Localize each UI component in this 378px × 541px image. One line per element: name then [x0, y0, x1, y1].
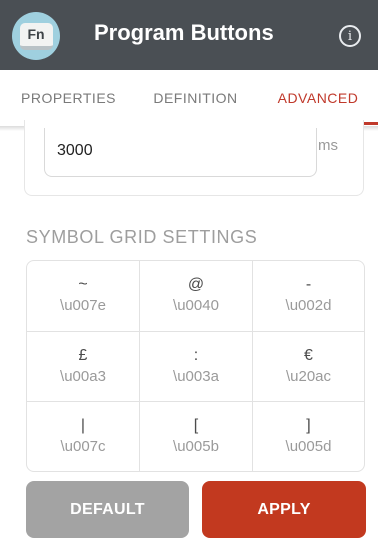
symbol-cell[interactable]: - \u002d — [253, 261, 364, 331]
symbol-grid-title: SYMBOL GRID SETTINGS — [26, 227, 258, 247]
symbol-code: \u005d — [285, 437, 332, 455]
symbol-code: \u0040 — [173, 297, 219, 314]
symbol-code: \u007c — [60, 437, 106, 455]
symbol-char: ] — [306, 416, 311, 434]
symbol-char: [ — [193, 416, 199, 434]
symbol-cell[interactable]: £ \u00a3 — [27, 332, 139, 401]
symbol-cell[interactable]: ~ \u007e — [27, 261, 139, 331]
tab-properties[interactable]: PROPERTIES — [10, 70, 127, 126]
tab-bar: PROPERTIES DEFINITION ADVANCED — [0, 70, 378, 126]
symbol-char: £ — [78, 346, 88, 364]
symbol-char: : — [193, 346, 199, 364]
symbol-code: \u007e — [60, 297, 106, 314]
symbol-char: - — [305, 276, 312, 293]
timeout-unit-label: ms — [318, 137, 338, 154]
page-title: Program Buttons — [94, 20, 274, 45]
symbol-code: \u002d — [285, 297, 332, 314]
timeout-input[interactable]: 3000 — [44, 128, 317, 177]
tab-definition[interactable]: DEFINITION — [137, 70, 254, 126]
symbol-cell[interactable]: € \u20ac — [253, 332, 364, 401]
symbol-cell[interactable]: ] \u005d — [253, 402, 364, 471]
app-icon: Fn — [12, 12, 60, 60]
symbol-cell[interactable]: | \u007c — [27, 402, 139, 471]
symbol-cell[interactable]: @ \u0040 — [140, 261, 252, 331]
symbol-code: \u003a — [173, 367, 219, 385]
symbol-char: ~ — [78, 276, 88, 293]
tab-advanced[interactable]: ADVANCED — [258, 70, 378, 126]
symbol-cell[interactable]: : \u003a — [140, 332, 252, 401]
symbol-char: € — [304, 346, 313, 364]
symbol-code: \u20ac — [285, 367, 332, 385]
symbol-code: \u00a3 — [60, 367, 106, 385]
app-bar: Fn Program Buttons i — [0, 0, 378, 70]
symbol-char: | — [80, 416, 86, 434]
fn-key-icon: Fn — [19, 22, 53, 50]
symbol-code: \u005b — [173, 437, 219, 455]
symbol-grid: ~ \u007e @ \u0040 - \u002d £ \u00a3 : \u… — [26, 260, 365, 472]
symbol-char: @ — [187, 276, 205, 293]
symbol-cell[interactable]: [ \u005b — [140, 402, 252, 471]
info-icon[interactable]: i — [339, 25, 361, 47]
apply-button[interactable]: APPLY — [202, 481, 366, 538]
default-button[interactable]: DEFAULT — [26, 481, 189, 538]
